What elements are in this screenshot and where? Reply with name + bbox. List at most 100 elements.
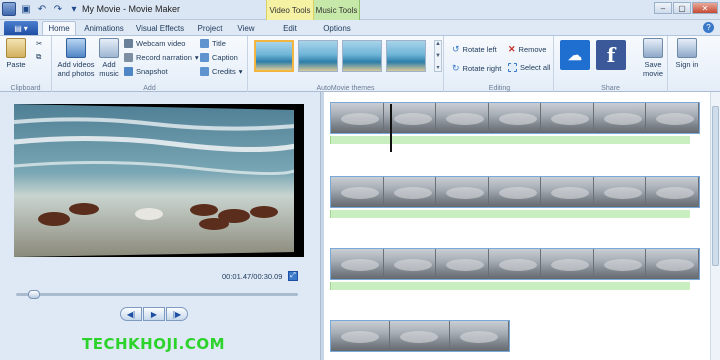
video-clip[interactable] xyxy=(330,248,700,280)
seek-handle[interactable] xyxy=(28,290,40,299)
clip-frame xyxy=(331,177,384,207)
previous-frame-button[interactable]: ◀| xyxy=(120,307,142,321)
video-preview[interactable] xyxy=(14,104,304,257)
editing-group: ↺ Rotate left ↻ Rotate right ✕ Remove Se… xyxy=(446,36,554,93)
clip-frame xyxy=(331,103,384,133)
save-movie-button[interactable]: Save movie xyxy=(638,38,668,78)
themes-gallery-scroll[interactable]: ▲ ▼ ▾ xyxy=(434,40,442,72)
watermark-text: TECHKHOJI.COM xyxy=(82,335,226,353)
tab-animations[interactable]: Animations xyxy=(80,21,128,35)
theme-thumbnail[interactable] xyxy=(298,40,338,72)
video-clip[interactable] xyxy=(330,176,700,208)
caption-icon xyxy=(200,53,209,62)
file-menu-button[interactable]: ▤ ▾ xyxy=(4,21,38,35)
clip-frame xyxy=(383,249,437,279)
close-button[interactable]: ✕ xyxy=(692,2,718,14)
video-clip[interactable] xyxy=(330,102,700,134)
clip-frame xyxy=(390,321,450,351)
undo-icon[interactable]: ↶ xyxy=(36,3,48,15)
clip-frame xyxy=(541,249,594,279)
tab-project[interactable]: Project xyxy=(192,21,228,35)
add-music-button[interactable]: Add music xyxy=(98,38,120,78)
storyboard-pane xyxy=(324,92,720,360)
quick-access-toolbar: ▣ ↶ ↷ ▾ xyxy=(2,2,80,16)
clip-frame xyxy=(488,177,542,207)
file-menu-icon: ▤ xyxy=(14,23,22,33)
scrollbar-thumb[interactable] xyxy=(712,106,719,266)
clip-frame xyxy=(646,177,699,207)
help-icon[interactable]: ? xyxy=(703,22,714,33)
chevron-down-icon: ▾ xyxy=(238,67,243,76)
credits-button[interactable]: Credits ▾ xyxy=(200,67,243,76)
paste-button[interactable]: Paste xyxy=(6,38,26,69)
theme-thumbnail[interactable] xyxy=(254,40,294,72)
snapshot-button[interactable]: Snapshot xyxy=(124,67,168,76)
window-controls: ‒ ▢ ✕ xyxy=(654,2,718,14)
tab-edit[interactable]: Edit xyxy=(270,21,310,35)
rotate-left-button[interactable]: ↺ Rotate left xyxy=(452,44,497,55)
user-icon xyxy=(677,38,697,58)
paste-icon xyxy=(6,38,26,58)
copy-button[interactable]: ⧉ xyxy=(36,52,41,62)
cut-button[interactable]: ✂ xyxy=(36,39,42,48)
share-group: ☁ f Save movie Share xyxy=(554,36,668,93)
audio-track[interactable] xyxy=(330,282,690,290)
scissors-icon: ✂ xyxy=(36,39,43,48)
clip-frame xyxy=(331,321,391,351)
clip-frame xyxy=(541,103,594,133)
window-title: My Movie - Movie Maker xyxy=(82,4,181,14)
chevron-up-icon: ▲ xyxy=(435,41,441,47)
music-tools-context-label: Music Tools xyxy=(314,0,360,20)
audio-track[interactable] xyxy=(330,136,690,144)
credits-icon xyxy=(200,67,209,76)
preview-pane: 00:01.47/00:30.09 ⤢ ◀| ▶ |▶ TECHKHOJI.CO… xyxy=(0,92,320,360)
playhead-indicator[interactable] xyxy=(390,104,392,152)
automovie-themes-group: AutoMovie themes xyxy=(248,36,444,93)
minimize-button[interactable]: ‒ xyxy=(654,2,672,14)
tab-visual-effects[interactable]: Visual Effects xyxy=(132,21,188,35)
storyboard-scrollbar[interactable] xyxy=(710,92,720,360)
add-videos-button[interactable]: Add videos and photos xyxy=(54,38,98,78)
facebook-icon[interactable]: f xyxy=(596,40,626,70)
caption-button[interactable]: Caption xyxy=(200,53,238,62)
customize-dropdown-icon[interactable]: ▾ xyxy=(68,3,80,15)
theme-thumbnail[interactable] xyxy=(386,40,426,72)
clip-frame xyxy=(646,249,699,279)
title-button[interactable]: Title xyxy=(200,39,226,48)
add-group-label: Add xyxy=(143,85,156,92)
redo-icon[interactable]: ↷ xyxy=(52,3,64,15)
play-button[interactable]: ▶ xyxy=(143,307,165,321)
seek-bar[interactable] xyxy=(16,290,298,299)
clip-frame xyxy=(646,103,699,133)
rotate-right-button[interactable]: ↻ Rotate right xyxy=(452,63,501,74)
tab-options[interactable]: Options xyxy=(316,21,358,35)
previous-frame-icon: ◀| xyxy=(126,309,136,319)
music-note-icon xyxy=(99,38,119,58)
next-frame-button[interactable]: |▶ xyxy=(166,307,188,321)
clipboard-group: Paste ✂ ⧉ Clipboard xyxy=(0,36,52,93)
video-tools-context-label: Video Tools xyxy=(266,0,314,20)
maximize-button[interactable]: ▢ xyxy=(673,2,691,14)
theme-thumbnail[interactable] xyxy=(342,40,382,72)
clip-frame xyxy=(488,103,542,133)
save-icon[interactable]: ▣ xyxy=(20,3,32,15)
microphone-icon xyxy=(124,53,133,62)
select-all-button[interactable]: Select all xyxy=(508,63,550,72)
sign-in-button[interactable]: Sign in xyxy=(674,38,700,69)
audio-track[interactable] xyxy=(330,210,690,218)
app-menu-icon[interactable] xyxy=(2,2,16,16)
clip-frame xyxy=(436,249,489,279)
ribbon-tab-row: ▤ ▾ Home Animations Visual Effects Proje… xyxy=(0,20,720,35)
video-clip[interactable] xyxy=(330,320,510,352)
add-group: Add videos and photos Add music Webcam v… xyxy=(52,36,248,93)
camera-icon xyxy=(124,67,133,76)
record-narration-button[interactable]: Record narration ▾ xyxy=(124,53,199,62)
white-horse xyxy=(135,208,163,220)
webcam-video-button[interactable]: Webcam video xyxy=(124,39,185,48)
tab-view[interactable]: View xyxy=(232,21,260,35)
tab-home[interactable]: Home xyxy=(42,21,76,35)
clip-frame xyxy=(331,249,384,279)
onedrive-icon[interactable]: ☁ xyxy=(560,40,590,70)
remove-button[interactable]: ✕ Remove xyxy=(508,44,546,55)
fullscreen-button[interactable]: ⤢ xyxy=(288,271,298,281)
